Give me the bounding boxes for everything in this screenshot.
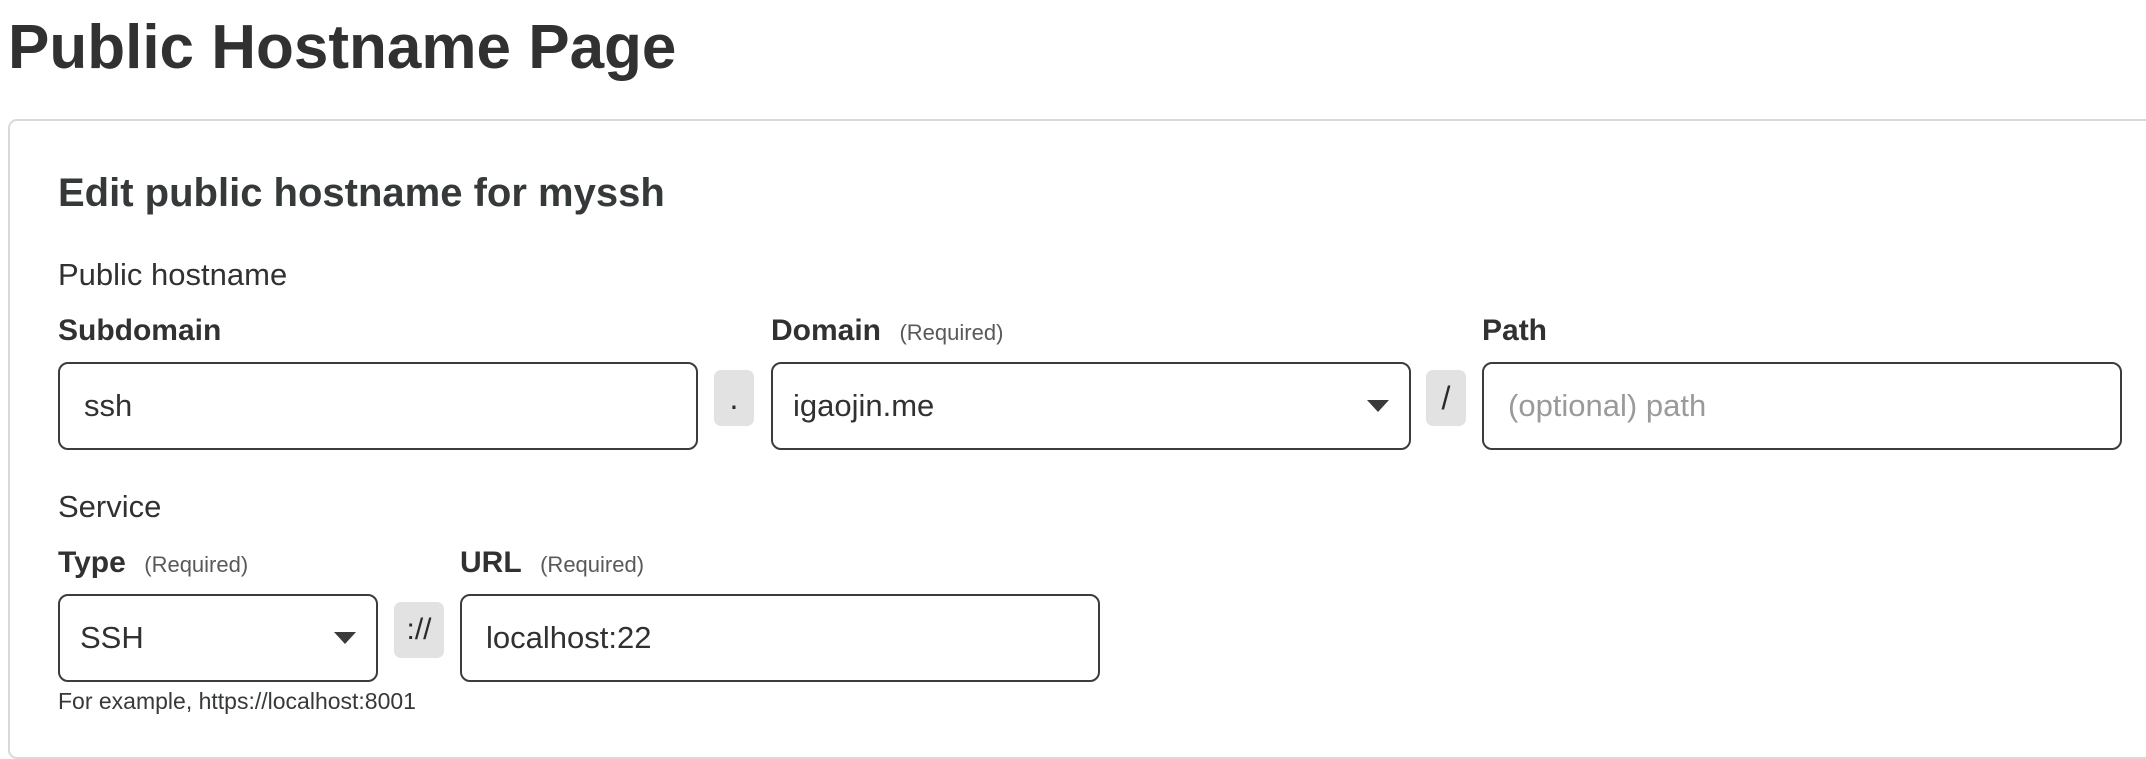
- dot-separator: .: [714, 370, 754, 426]
- url-label-group: URL (Required): [460, 543, 644, 585]
- subdomain-label: Subdomain: [58, 314, 222, 347]
- domain-label-group: Domain (Required): [771, 311, 1003, 353]
- subdomain-input[interactable]: [58, 362, 698, 450]
- scheme-separator: ://: [394, 602, 444, 658]
- chevron-down-icon: [1367, 400, 1389, 412]
- slash-separator: /: [1426, 370, 1466, 426]
- chevron-down-icon: [334, 632, 356, 644]
- type-select-value: SSH: [80, 620, 144, 655]
- url-required-note: (Required): [540, 552, 645, 577]
- url-input[interactable]: [460, 594, 1100, 682]
- type-label-group: Type (Required): [58, 543, 248, 585]
- path-input[interactable]: [1482, 362, 2122, 450]
- service-section-label: Service: [58, 489, 162, 524]
- path-label: Path: [1482, 314, 1548, 347]
- form-title: Edit public hostname for myssh: [58, 171, 665, 215]
- domain-select-value: igaojin.me: [793, 388, 935, 423]
- page-title: Public Hostname Page: [8, 13, 677, 82]
- hostname-section-label: Public hostname: [58, 257, 288, 292]
- domain-select[interactable]: igaojin.me: [771, 362, 1411, 450]
- type-required-note: (Required): [144, 552, 249, 577]
- domain-required-note: (Required): [899, 320, 1004, 345]
- domain-label: Domain: [771, 314, 882, 347]
- type-select[interactable]: SSH: [58, 594, 378, 682]
- type-label: Type: [58, 546, 126, 579]
- url-label: URL: [460, 546, 522, 579]
- url-hint: For example, https://localhost:8001: [58, 688, 416, 714]
